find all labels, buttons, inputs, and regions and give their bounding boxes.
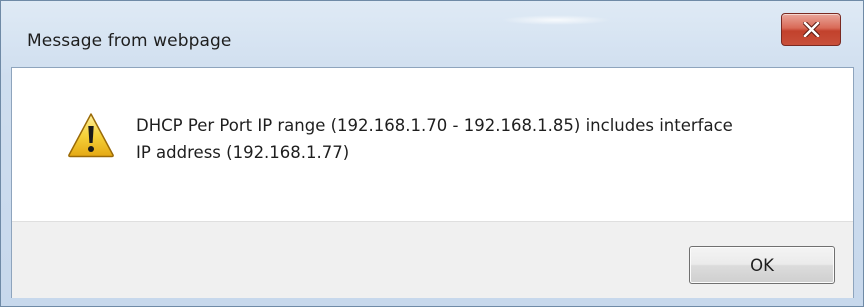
message-dialog-window: Message from webpage DHCP Per Port IP ra… — [0, 0, 864, 307]
ok-button[interactable]: OK — [689, 246, 835, 284]
message-area: DHCP Per Port IP range (192.168.1.70 - 1… — [12, 68, 853, 221]
message-line-1: DHCP Per Port IP range (192.168.1.70 - 1… — [136, 116, 733, 135]
message-line-2: IP address (192.168.1.77) — [136, 143, 350, 162]
title-bar[interactable]: Message from webpage — [1, 1, 863, 67]
button-bar: OK — [12, 221, 853, 298]
dialog-client-area: DHCP Per Port IP range (192.168.1.70 - 1… — [11, 67, 854, 298]
titlebar-glow — [501, 15, 611, 25]
dialog-message: DHCP Per Port IP range (192.168.1.70 - 1… — [136, 112, 836, 166]
close-button[interactable] — [781, 13, 841, 46]
close-icon — [803, 22, 820, 37]
warning-icon — [68, 113, 114, 158]
window-title: Message from webpage — [27, 31, 232, 51]
